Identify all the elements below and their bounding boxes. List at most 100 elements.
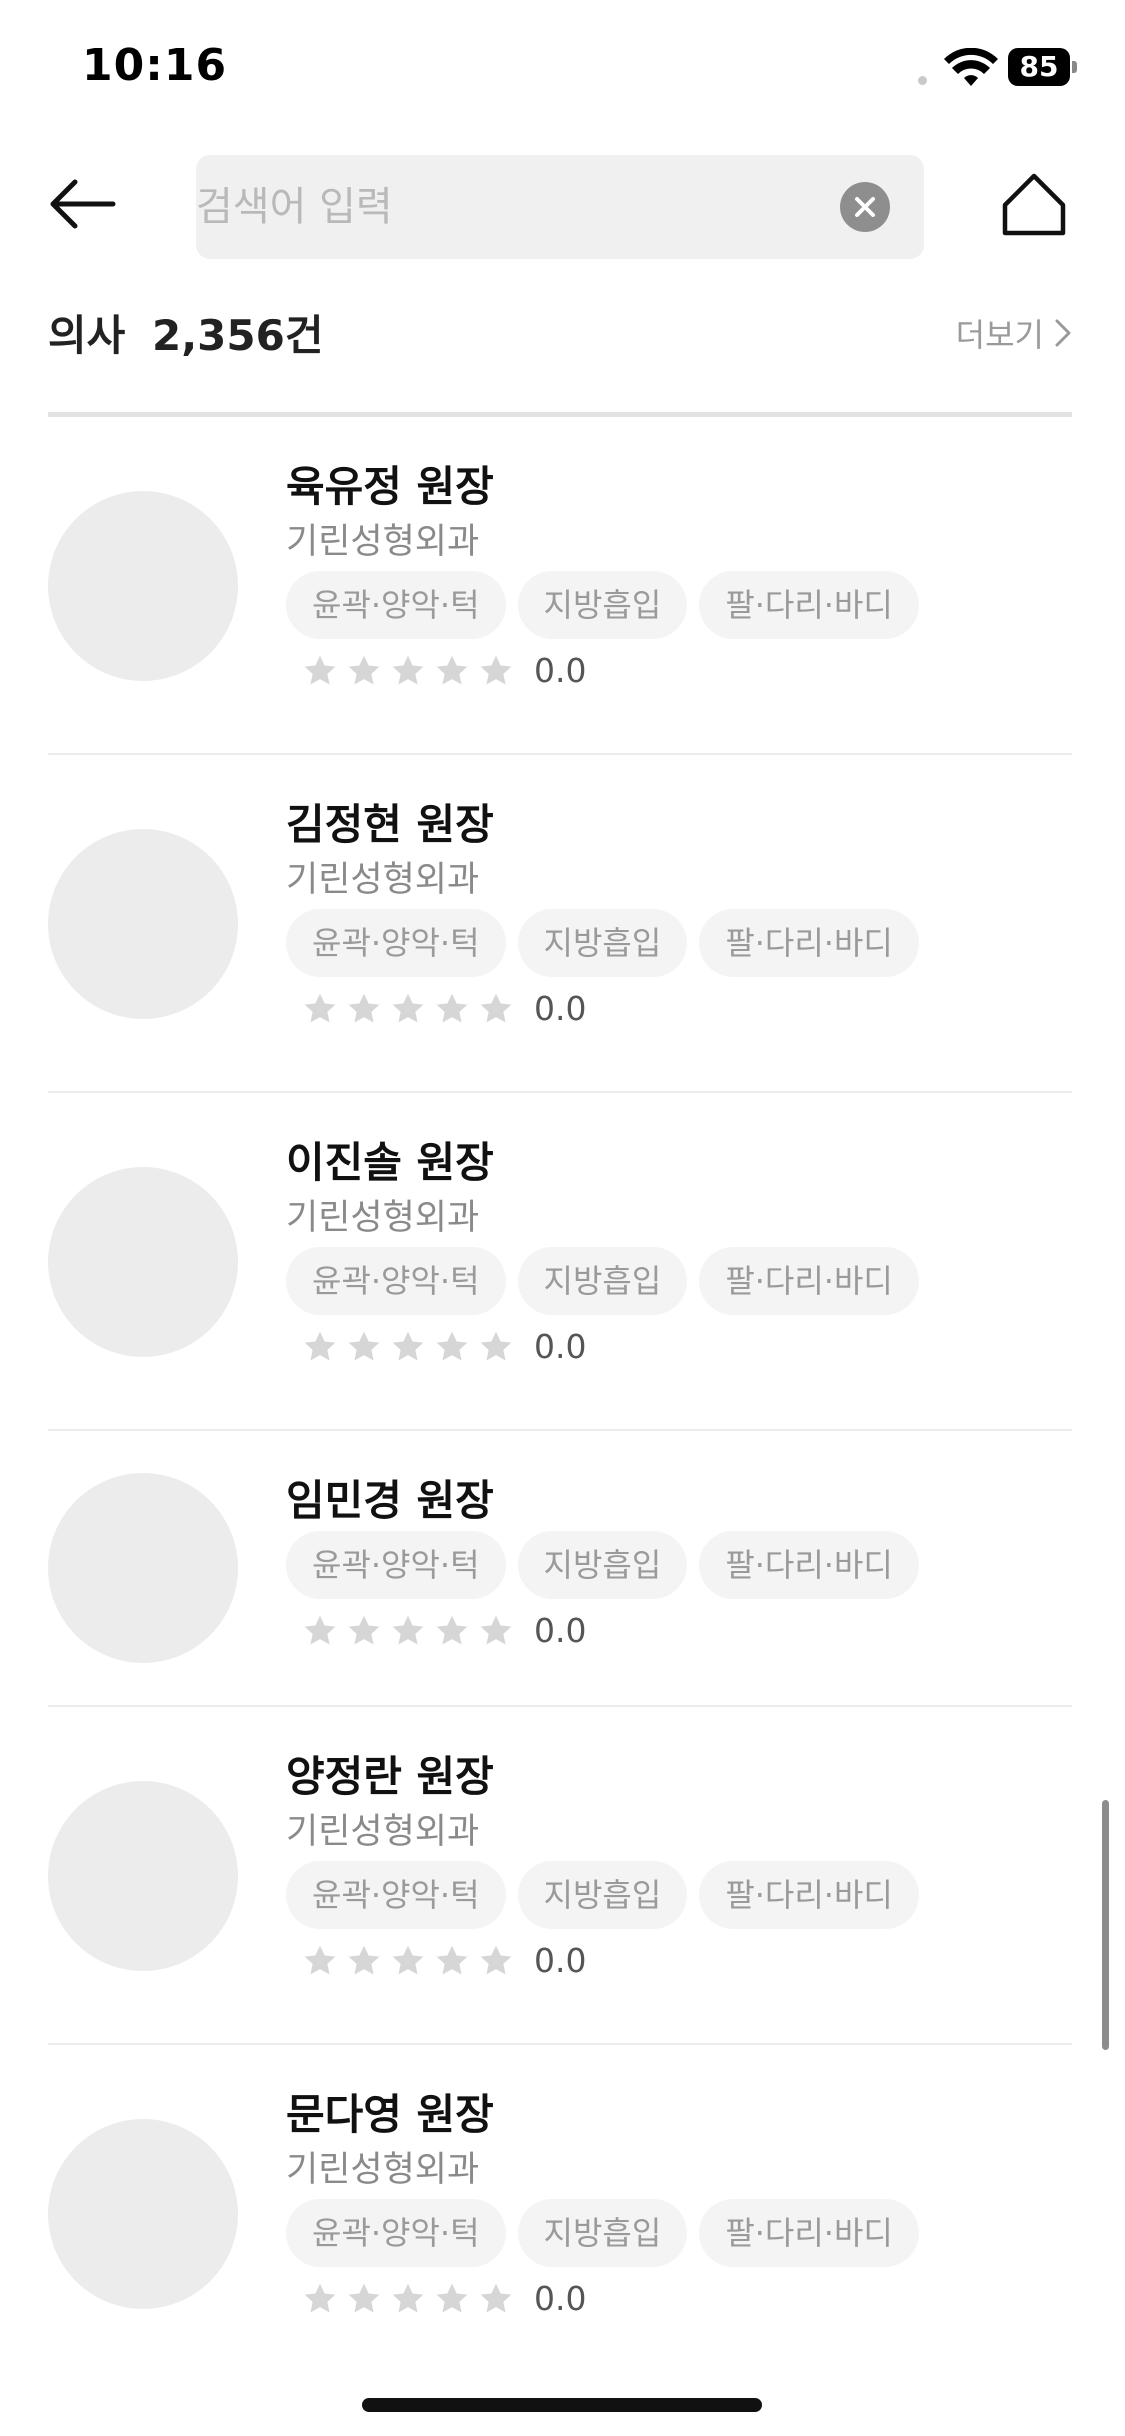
rating-score: 0.0 <box>534 1327 587 1366</box>
star-icon <box>392 993 424 1022</box>
tag: 지방흡입 <box>517 1247 688 1315</box>
star-rating <box>302 653 514 689</box>
battery-cap <box>1072 61 1077 73</box>
list-item[interactable]: 양정란 원장 기린성형외과 윤곽·양악·턱 지방흡입 팔·다리·바디 0.0 <box>48 1707 1072 2045</box>
star-icon <box>392 1945 424 1974</box>
tag: 지방흡입 <box>517 909 688 977</box>
doctor-list: 육유정 원장 기린성형외과 윤곽·양악·턱 지방흡입 팔·다리·바디 0.0 김… <box>48 417 1072 2317</box>
status-time: 10:16 <box>82 40 228 91</box>
rating-score: 0.0 <box>534 1611 587 1650</box>
star-icon <box>436 2283 468 2312</box>
doctor-info: 문다영 원장 기린성형외과 윤곽·양악·턱 지방흡입 팔·다리·바디 0.0 <box>286 2081 919 2317</box>
doctor-info: 임민경 원장 윤곽·양악·턱 지방흡입 팔·다리·바디 0.0 <box>286 1467 919 1650</box>
star-rating <box>302 2281 514 2317</box>
star-icon <box>436 1615 468 1644</box>
star-icon <box>392 655 424 684</box>
scrollbar[interactable] <box>1102 1800 1109 2050</box>
avatar <box>48 1167 238 1357</box>
doctor-info: 양정란 원장 기린성형외과 윤곽·양악·턱 지방흡입 팔·다리·바디 0.0 <box>286 1743 919 1980</box>
star-icon <box>304 655 336 684</box>
section-header: 의사 2,356건 더보기 <box>48 298 1072 368</box>
tag: 팔·다리·바디 <box>699 1247 919 1315</box>
hospital-name: 기린성형외과 <box>286 522 480 562</box>
tag: 지방흡입 <box>517 571 688 639</box>
status-bar: 10:16 85 <box>0 0 1125 140</box>
star-icon <box>348 1615 380 1644</box>
star-icon <box>348 2283 380 2312</box>
more-link[interactable]: 더보기 <box>956 310 1072 356</box>
back-button[interactable] <box>44 166 120 242</box>
avatar <box>48 829 238 1019</box>
avatar <box>48 1473 238 1663</box>
rating: 0.0 <box>302 651 919 690</box>
tag-list: 윤곽·양악·턱 지방흡입 팔·다리·바디 <box>286 2199 919 2267</box>
star-icon <box>304 1615 336 1644</box>
doctor-name: 김정현 원장 <box>286 800 494 849</box>
tag: 윤곽·양악·턱 <box>286 1531 506 1599</box>
hospital-name: 기린성형외과 <box>286 1812 480 1852</box>
doctor-name: 임민경 원장 <box>286 1476 494 1525</box>
more-label: 더보기 <box>955 316 1044 354</box>
list-item[interactable]: 문다영 원장 기린성형외과 윤곽·양악·턱 지방흡입 팔·다리·바디 0.0 <box>48 2045 1072 2317</box>
close-icon <box>855 197 875 217</box>
arrow-left-icon <box>50 179 116 229</box>
section-title: 의사 <box>48 311 126 360</box>
star-icon <box>348 993 380 1022</box>
rating: 0.0 <box>302 2279 919 2317</box>
status-dot <box>918 76 927 85</box>
tag-list: 윤곽·양악·턱 지방흡입 팔·다리·바디 <box>286 1531 919 1599</box>
clear-search-button[interactable] <box>840 182 890 232</box>
search-input[interactable] <box>196 155 816 259</box>
list-item[interactable]: 이진솔 원장 기린성형외과 윤곽·양악·턱 지방흡입 팔·다리·바디 0.0 <box>48 1093 1072 1431</box>
doctor-name: 양정란 원장 <box>286 1752 494 1801</box>
star-icon <box>304 2283 336 2312</box>
hospital-name: 기린성형외과 <box>286 2150 480 2190</box>
hospital-name: 기린성형외과 <box>286 1198 480 1238</box>
avatar <box>48 1781 238 1971</box>
star-icon <box>480 1615 512 1644</box>
list-item[interactable]: 김정현 원장 기린성형외과 윤곽·양악·턱 지방흡입 팔·다리·바디 0.0 <box>48 755 1072 1093</box>
hospital-name: 기린성형외과 <box>286 860 480 900</box>
star-rating <box>302 1943 514 1979</box>
star-icon <box>436 1945 468 1974</box>
tag: 지방흡입 <box>517 1861 688 1929</box>
star-icon <box>304 1331 336 1360</box>
doctor-info: 육유정 원장 기린성형외과 윤곽·양악·턱 지방흡입 팔·다리·바디 0.0 <box>286 453 919 690</box>
wifi-icon <box>944 48 998 86</box>
tag: 팔·다리·바디 <box>699 571 919 639</box>
home-icon <box>1002 173 1066 236</box>
tag: 윤곽·양악·턱 <box>286 1861 506 1929</box>
star-icon <box>392 1331 424 1360</box>
star-icon <box>480 993 512 1022</box>
tag: 팔·다리·바디 <box>699 909 919 977</box>
result-count: 2,356건 <box>152 311 324 360</box>
star-icon <box>348 1945 380 1974</box>
doctor-info: 이진솔 원장 기린성형외과 윤곽·양악·턱 지방흡입 팔·다리·바디 0.0 <box>286 1129 919 1366</box>
battery-icon: 85 <box>1008 48 1078 86</box>
rating: 0.0 <box>302 1611 919 1650</box>
star-icon <box>480 655 512 684</box>
list-item[interactable]: 육유정 원장 기린성형외과 윤곽·양악·턱 지방흡입 팔·다리·바디 0.0 <box>48 417 1072 755</box>
star-icon <box>480 1331 512 1360</box>
tag: 팔·다리·바디 <box>699 1861 919 1929</box>
tag-list: 윤곽·양악·턱 지방흡입 팔·다리·바디 <box>286 1247 919 1315</box>
avatar <box>48 491 238 681</box>
tag: 팔·다리·바디 <box>699 1531 919 1599</box>
chevron-right-icon <box>1055 319 1071 347</box>
star-rating <box>302 991 514 1027</box>
home-button[interactable] <box>996 166 1072 242</box>
home-indicator[interactable] <box>362 2398 762 2412</box>
doctor-name: 이진솔 원장 <box>286 1138 494 1187</box>
tag-list: 윤곽·양악·턱 지방흡입 팔·다리·바디 <box>286 909 919 977</box>
rating-score: 0.0 <box>534 2279 587 2317</box>
star-icon <box>392 2283 424 2312</box>
doctor-name: 육유정 원장 <box>286 462 494 511</box>
search-bar[interactable] <box>196 155 924 259</box>
rating: 0.0 <box>302 1941 919 1980</box>
tag: 팔·다리·바디 <box>699 2199 919 2267</box>
rating-score: 0.0 <box>534 989 587 1028</box>
battery-level: 85 <box>1008 48 1070 86</box>
list-item[interactable]: 임민경 원장 윤곽·양악·턱 지방흡입 팔·다리·바디 0.0 <box>48 1431 1072 1707</box>
star-icon <box>436 655 468 684</box>
star-icon <box>348 1331 380 1360</box>
